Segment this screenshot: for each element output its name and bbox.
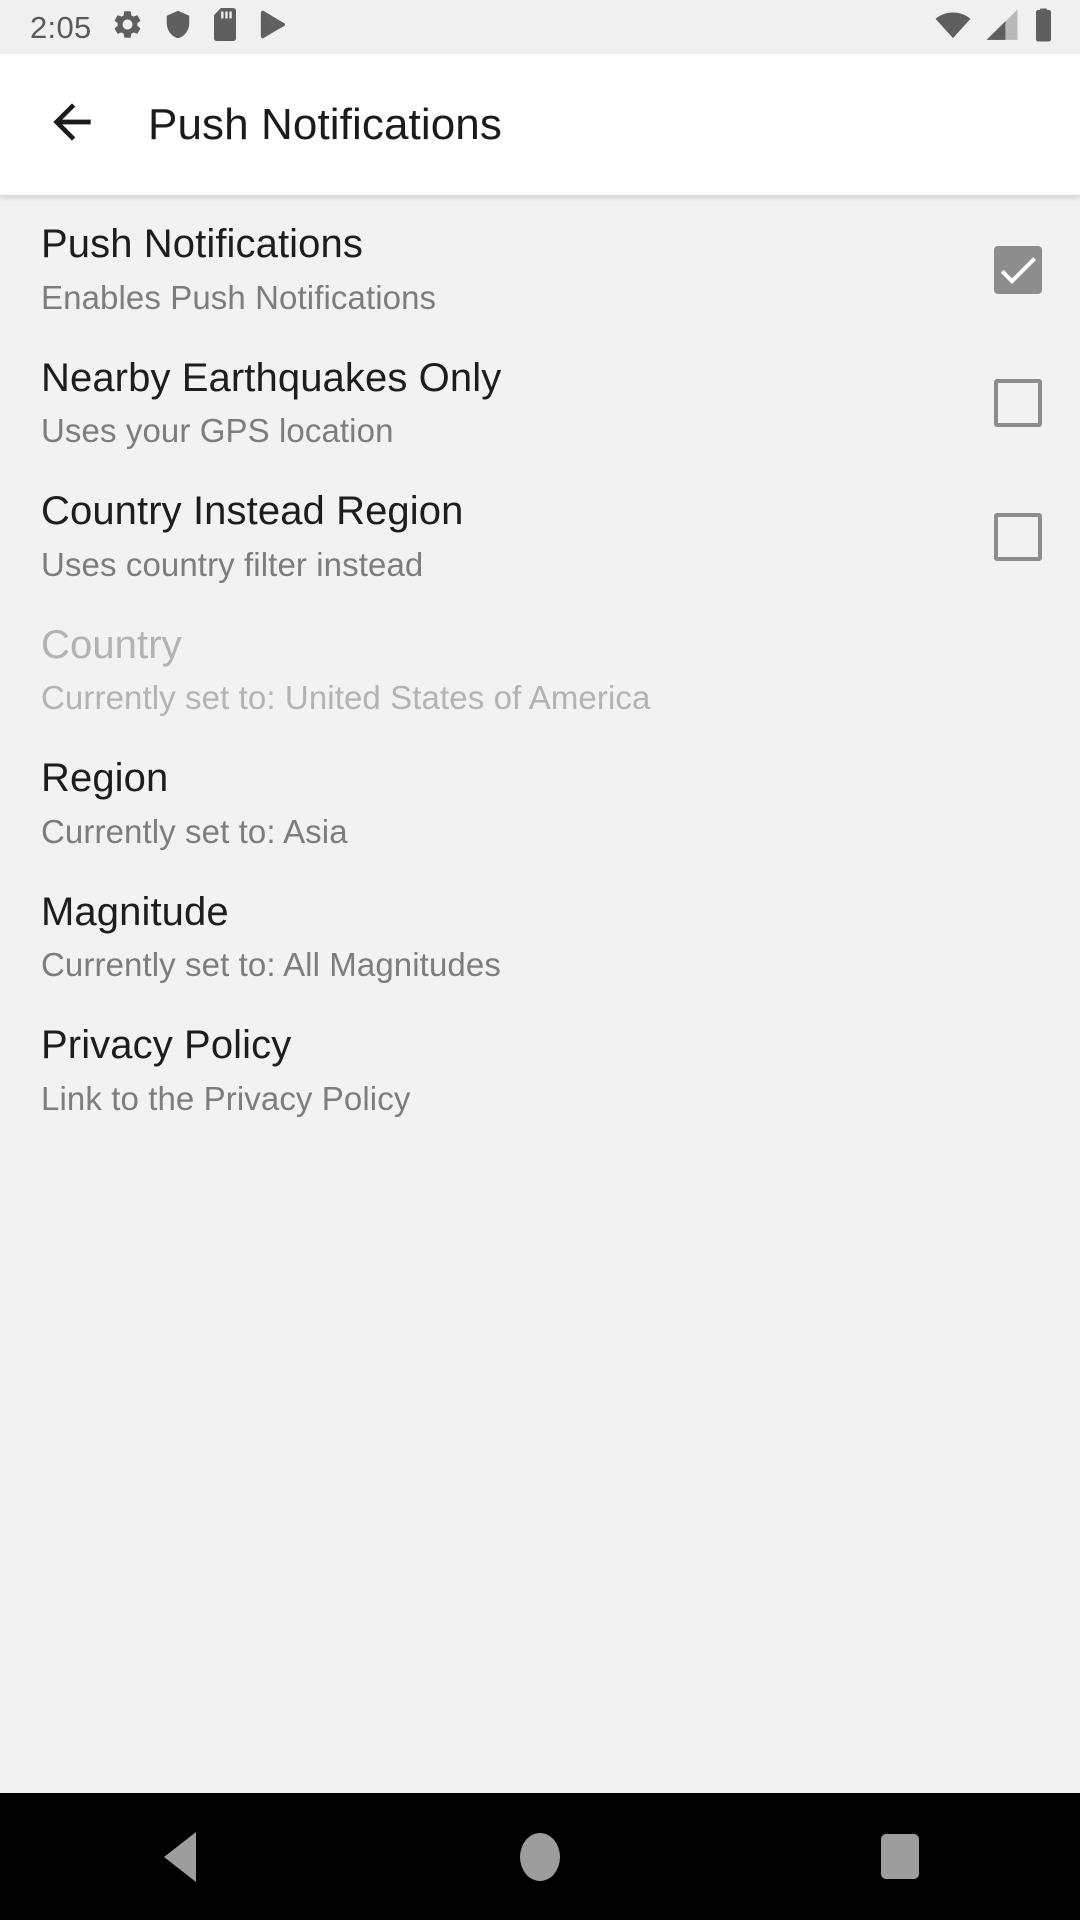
app-bar: Push Notifications xyxy=(0,54,1080,195)
wifi-icon xyxy=(935,9,971,46)
battery-icon xyxy=(1033,8,1054,47)
nav-home-button[interactable] xyxy=(360,1793,720,1920)
status-bar-clock: 2:05 xyxy=(30,9,92,45)
preference-text-group: Country Currently set to: United States … xyxy=(41,623,1042,719)
nav-recents-button[interactable] xyxy=(720,1793,1080,1920)
preference-row-country: Country Currently set to: United States … xyxy=(0,604,1080,738)
checkbox-nearby-earthquakes-only[interactable] xyxy=(994,379,1042,428)
preference-title: Privacy Policy xyxy=(41,1023,292,1068)
preferences-list: Push Notifications Enables Push Notifica… xyxy=(0,195,1080,1793)
preference-text-group: Push Notifications Enables Push Notifica… xyxy=(41,222,970,318)
status-bar: 2:05 xyxy=(0,0,1080,54)
checkbox-push-notifications[interactable] xyxy=(994,245,1042,294)
preference-text-group: Privacy Policy Link to the Privacy Polic… xyxy=(41,1023,1042,1119)
status-bar-left-group: 2:05 xyxy=(30,8,287,46)
page-title: Push Notifications xyxy=(148,99,502,149)
gear-icon xyxy=(111,8,144,46)
preference-row-magnitude[interactable]: Magnitude Currently set to: All Magnitud… xyxy=(0,871,1080,1005)
preference-text-group: Magnitude Currently set to: All Magnitud… xyxy=(41,890,1042,986)
preference-text-group: Nearby Earthquakes Only Uses your GPS lo… xyxy=(41,356,970,452)
preference-title: Country Instead Region xyxy=(41,489,464,534)
square-recents-icon xyxy=(881,1834,919,1879)
preference-summary: Currently set to: All Magnitudes xyxy=(41,946,501,984)
preference-text-group: Country Instead Region Uses country filt… xyxy=(41,489,970,585)
preference-summary: Uses your GPS location xyxy=(41,412,394,450)
preference-summary: Currently set to: Asia xyxy=(41,812,348,850)
preference-summary: Link to the Privacy Policy xyxy=(41,1079,411,1117)
circle-home-icon xyxy=(520,1832,560,1881)
arrow-left-icon xyxy=(44,94,100,155)
status-bar-right-group xyxy=(935,8,1054,47)
play-store-icon xyxy=(257,8,287,46)
preference-summary: Enables Push Notifications xyxy=(41,278,437,316)
preference-summary: Uses country filter instead xyxy=(41,545,424,583)
nav-back-button[interactable] xyxy=(0,1793,360,1920)
sd-card-icon xyxy=(212,8,238,46)
triangle-back-icon xyxy=(164,1831,196,1882)
system-navigation-bar xyxy=(0,1793,1080,1920)
preference-title: Magnitude xyxy=(41,889,229,934)
preference-row-country-instead-region[interactable]: Country Instead Region Uses country filt… xyxy=(0,470,1080,604)
preference-title: Nearby Earthquakes Only xyxy=(41,355,502,400)
phone-screen: 2:05 Push Notifications Push Notificatio… xyxy=(0,0,1080,1920)
shield-icon xyxy=(163,8,193,46)
preference-row-push-notifications[interactable]: Push Notifications Enables Push Notifica… xyxy=(0,203,1080,337)
preference-title: Push Notifications xyxy=(41,222,363,266)
checkbox-country-instead-region[interactable] xyxy=(994,512,1042,561)
preference-row-nearby-earthquakes-only[interactable]: Nearby Earthquakes Only Uses your GPS lo… xyxy=(0,337,1080,471)
preference-text-group: Region Currently set to: Asia xyxy=(41,756,1042,852)
preference-summary: Currently set to: United States of Ameri… xyxy=(41,679,651,717)
preference-title: Country xyxy=(41,622,182,667)
preference-title: Region xyxy=(41,756,169,801)
preference-row-privacy-policy[interactable]: Privacy Policy Link to the Privacy Polic… xyxy=(0,1004,1080,1138)
preference-row-region[interactable]: Region Currently set to: Asia xyxy=(0,737,1080,871)
back-navigation-button[interactable] xyxy=(41,94,103,156)
cellular-signal-icon xyxy=(985,9,1019,46)
